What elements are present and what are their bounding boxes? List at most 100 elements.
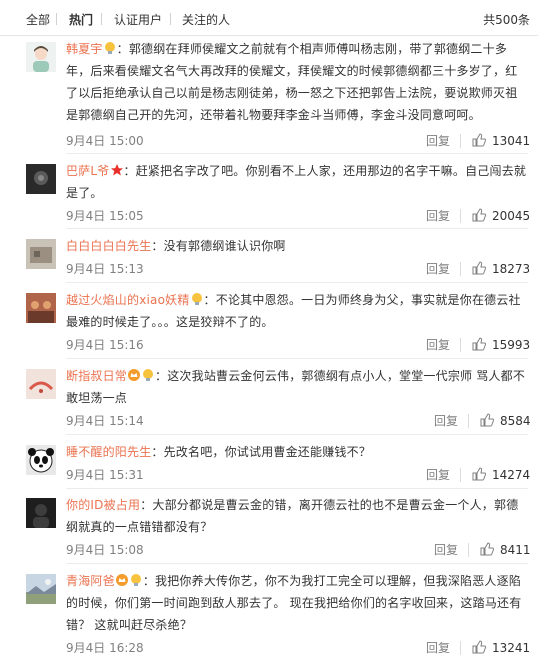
- lightbulb-badge-icon[interactable]: [129, 573, 143, 587]
- like-button[interactable]: 8411: [480, 542, 531, 558]
- comment-time: 9月4日 16:28: [66, 641, 144, 655]
- thumbs-up-icon: [472, 467, 486, 481]
- tab-divider: [101, 13, 102, 25]
- avatar[interactable]: [26, 445, 56, 475]
- comment-username[interactable]: 断指叔日常: [66, 369, 127, 383]
- vip-crown-icon[interactable]: [127, 368, 141, 382]
- thumbs-up-icon: [472, 133, 486, 147]
- comment-time: 9月4日 15:31: [66, 468, 144, 482]
- action-divider: [460, 338, 461, 352]
- comment-separator: ：: [142, 574, 156, 588]
- lightbulb-badge-icon[interactable]: [103, 41, 117, 55]
- vip-crown-icon[interactable]: [115, 573, 129, 587]
- comment-username[interactable]: 越过火焰山的xiao妖精: [66, 293, 190, 307]
- comment-username[interactable]: 青海阿爸: [66, 574, 115, 588]
- comment-time: 9月4日 15:16: [66, 338, 144, 352]
- tab-hot[interactable]: 热门: [69, 12, 93, 28]
- comment-filter-tabs: 全部 热门 认证用户 关注的人 共500条: [0, 0, 538, 36]
- like-button[interactable]: 8584: [480, 413, 531, 429]
- comment-divider: [66, 563, 528, 564]
- comment-separator: ：: [140, 498, 153, 512]
- comment-body: 青海阿爸 ：我把你养大传你艺，你不为我打工完全可以理解，但我深陷恶人逐陷的时候，你…: [66, 570, 528, 636]
- thumbs-up-icon: [472, 208, 486, 222]
- thumbs-up-icon: [472, 261, 486, 275]
- like-button[interactable]: 13041: [472, 133, 530, 149]
- action-divider: [468, 414, 469, 428]
- action-divider: [460, 468, 461, 482]
- tab-divider: [170, 13, 171, 25]
- comment-body: 韩夏宇 ：郭德纲在拜师侯耀文之前就有个相声师傅叫杨志刚，带了郭德纲二十多年，后来看…: [66, 38, 528, 126]
- like-count: 14274: [492, 468, 531, 482]
- comment-username[interactable]: 睡不醒的阳先生: [66, 445, 151, 459]
- like-count: 13241: [492, 641, 531, 655]
- comment-divider: [66, 228, 528, 229]
- comment-body: 白白白白白先生：没有郭德纲谁认识你啊: [66, 235, 528, 257]
- like-count: 15993: [492, 338, 531, 352]
- action-divider: [460, 209, 461, 223]
- like-button[interactable]: 14274: [472, 467, 530, 483]
- reply-button[interactable]: 回复: [426, 208, 450, 224]
- thumbs-up-icon: [480, 542, 494, 556]
- action-divider: [468, 543, 469, 557]
- reply-button[interactable]: 回复: [426, 133, 450, 149]
- comment-text: 先改名吧，你试试用曹金还能赚钱不？: [163, 445, 372, 459]
- comment-body: 睡不醒的阳先生：先改名吧，你试试用曹金还能赚钱不？: [66, 441, 528, 463]
- avatar[interactable]: [26, 164, 56, 194]
- like-count: 8584: [500, 414, 531, 428]
- comment-divider: [66, 358, 528, 359]
- comment-username[interactable]: 巴萨L爷: [66, 164, 110, 178]
- reply-button[interactable]: 回复: [426, 261, 450, 277]
- comment-separator: ：: [151, 445, 164, 459]
- comment-separator: ：: [155, 369, 168, 383]
- like-button[interactable]: 13241: [472, 640, 530, 656]
- reply-button[interactable]: 回复: [434, 413, 458, 429]
- lightbulb-badge-icon[interactable]: [141, 368, 155, 382]
- tab-verified[interactable]: 认证用户: [114, 12, 162, 28]
- comment-time: 9月4日 15:08: [66, 543, 144, 557]
- thumbs-up-icon: [472, 337, 486, 351]
- avatar[interactable]: [26, 239, 56, 269]
- comment-divider: [66, 434, 528, 435]
- comment-text: 没有郭德纲谁认识你啊: [163, 239, 286, 253]
- comment-time: 9月4日 15:13: [66, 262, 144, 276]
- comment-body: 你的ID被占用：大部分都说是曹云金的错，离开德云社的也不是曹云金一个人，郭德纲就…: [66, 494, 528, 538]
- reply-button[interactable]: 回复: [434, 542, 458, 558]
- avatar[interactable]: [26, 293, 56, 323]
- reply-button[interactable]: 回复: [426, 337, 450, 353]
- action-divider: [460, 641, 461, 655]
- avatar[interactable]: [26, 369, 56, 399]
- like-button[interactable]: 18273: [472, 261, 530, 277]
- red-star-icon: [110, 163, 124, 177]
- comment-time: 9月4日 15:00: [66, 134, 144, 148]
- tab-all[interactable]: 全部: [26, 12, 50, 28]
- comment-body: 巴萨L爷 ：赶紧把名字改了吧。你别看不上人家，还用那边的名字干嘛。自己闯去就是了。: [66, 160, 528, 204]
- thumbs-up-icon: [472, 640, 486, 654]
- comment-time: 9月4日 15:05: [66, 209, 144, 223]
- comment-body: 断指叔日常 ：这次我站曹云金何云伟，郭德纲有点小人，堂堂一代宗师 骂人都不敢坦荡一…: [66, 365, 528, 409]
- avatar[interactable]: [26, 498, 56, 528]
- comment-divider: [66, 282, 528, 283]
- like-count: 8411: [500, 543, 531, 557]
- comment-total-count: 共500条: [483, 13, 530, 27]
- like-button[interactable]: 20045: [472, 208, 530, 224]
- avatar[interactable]: [26, 574, 56, 604]
- comment-time: 9月4日 15:14: [66, 414, 144, 428]
- comment-username[interactable]: 白白白白白先生: [66, 239, 151, 253]
- like-button[interactable]: 15993: [472, 337, 530, 353]
- comment-username[interactable]: 你的ID被占用: [66, 498, 140, 512]
- reply-button[interactable]: 回复: [426, 640, 450, 656]
- comment-username[interactable]: 韩夏宇: [66, 42, 103, 56]
- avatar[interactable]: [26, 42, 56, 72]
- comment-separator: ：: [116, 42, 129, 56]
- lightbulb-badge-icon[interactable]: [190, 292, 204, 306]
- tab-following[interactable]: 关注的人: [182, 12, 230, 28]
- like-count: 13041: [492, 134, 531, 148]
- comment-separator: ：: [151, 239, 164, 253]
- action-divider: [460, 262, 461, 276]
- reply-button[interactable]: 回复: [426, 467, 450, 483]
- tab-divider: [56, 13, 57, 25]
- like-count: 20045: [492, 209, 531, 223]
- comment-divider: [66, 153, 528, 154]
- comment-body: 越过火焰山的xiao妖精 ：不论其中恩怨。一日为师终身为父，事实就是你在德云社最难…: [66, 289, 528, 333]
- comment-separator: ：: [203, 293, 216, 307]
